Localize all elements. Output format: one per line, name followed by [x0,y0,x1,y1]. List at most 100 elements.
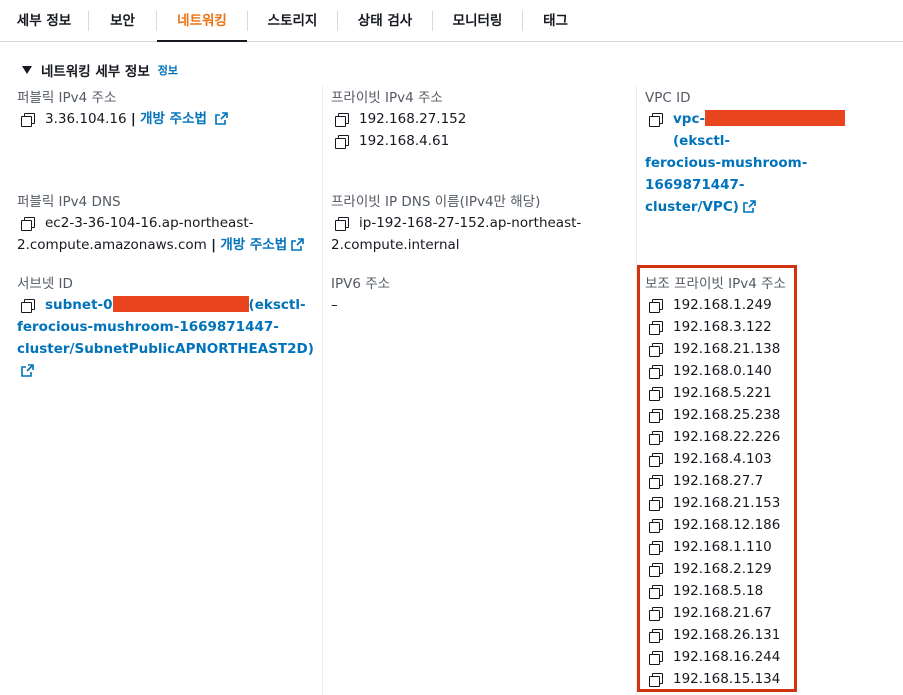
subnet-id-link-text: cluster/SubnetPublicAPNORTHEAST2D) [17,341,314,357]
copy-icon[interactable] [335,135,349,149]
open-address-link[interactable]: 개방 주소법 [140,111,207,127]
secondary-ipv4-item: 192.168.0.140 [645,360,795,382]
tab-storage[interactable]: 스토리지 [248,0,337,42]
copy-icon[interactable] [649,629,663,643]
copy-icon[interactable] [649,299,663,313]
copy-icon[interactable] [649,673,663,687]
copy-icon[interactable] [649,585,663,599]
copy-icon[interactable] [649,321,663,335]
ipv6-label: IPV6 주소 [331,276,391,292]
copy-icon[interactable] [649,453,663,467]
copy-icon[interactable] [649,431,663,445]
caret-down-icon[interactable] [22,66,32,74]
secondary-ipv4-item: 192.168.1.249 [645,294,795,316]
copy-icon[interactable] [649,113,663,127]
copy-icon[interactable] [649,409,663,423]
public-dns-field: 퍼블릭 IPv4 DNS ec2-3-36-104-16.ap-northeas… [17,192,317,256]
subnet-id-link-line3[interactable]: cluster/SubnetPublicAPNORTHEAST2D) [17,338,317,382]
open-address-link[interactable]: 개방 주소법 [220,237,287,253]
redaction-mark [112,296,249,312]
private-dns-label: 프라이빗 IP DNS 이름(IPv4만 해당) [331,194,541,210]
subnet-id-field: 서브넷 ID subnet-0 (eksctl- ferocious-mushro… [17,274,317,382]
external-link-icon[interactable] [21,364,34,377]
secondary-ipv4-value: 192.168.1.110 [673,539,772,555]
section-header[interactable]: 네트워킹 세부 정보 정보 [22,60,178,80]
vpc-id-link-line3[interactable]: cluster/VPC) [645,196,900,218]
separator: | [211,237,217,253]
copy-icon[interactable] [649,607,663,621]
private-dns-value-line2: 2.compute.internal [331,237,460,253]
section-title: 네트워킹 세부 정보 [41,64,150,80]
private-ipv4-value: 192.168.27.152 [359,111,467,127]
subnet-suffix: (eksctl- [248,297,306,313]
tab-monitoring[interactable]: 모니터링 [433,0,522,42]
external-link-icon[interactable] [291,238,304,251]
secondary-ipv4-list: 192.168.1.249 192.168.3.122 192.168.21.138… [645,294,795,690]
secondary-ipv4-value: 192.168.4.103 [673,451,772,467]
secondary-ipv4-item: 192.168.25.238 [645,404,795,426]
copy-icon[interactable] [649,563,663,577]
redaction-mark [705,110,846,126]
copy-icon[interactable] [649,387,663,401]
secondary-ipv4-item: 192.168.22.226 [645,426,795,448]
secondary-ipv4-value: 192.168.22.226 [673,429,781,445]
copy-icon[interactable] [649,519,663,533]
secondary-ipv4-item: 192.168.21.67 [645,602,795,624]
tab-status-checks[interactable]: 상태 검사 [338,0,432,42]
copy-icon[interactable] [649,343,663,357]
public-ipv4-field: 퍼블릭 IPv4 주소 3.36.104.16 | 개방 주소법 [17,88,312,130]
copy-icon[interactable] [21,113,35,127]
external-link-icon[interactable] [743,200,756,213]
tab-details[interactable]: 세부 정보 [0,0,88,42]
secondary-ipv4-value: 192.168.12.186 [673,517,781,533]
secondary-ipv4-value: 192.168.5.221 [673,385,772,401]
secondary-ipv4-value: 192.168.27.7 [673,473,764,489]
copy-icon[interactable] [335,217,349,231]
secondary-ipv4-item: 192.168.21.153 [645,492,795,514]
vpc-id-field: VPC ID vpc- (eksctl- ferocious-mushroom-1… [645,88,900,218]
secondary-ipv4-item: 192.168.5.18 [645,580,795,602]
info-link[interactable]: 정보 [158,62,178,78]
vpc-prefix: vpc- [673,111,706,127]
secondary-ipv4-item: 192.168.3.122 [645,316,795,338]
copy-icon[interactable] [649,497,663,511]
vpc-id-link[interactable]: vpc- (eksctl- [673,108,900,152]
copy-icon[interactable] [21,217,35,231]
external-link-icon[interactable] [215,112,229,125]
vpc-suffix: (eksctl- [673,133,731,149]
public-dns-value-line1: ec2-3-36-104-16.ap-northeast- [45,215,254,231]
secondary-ipv4-value: 192.168.21.138 [673,341,781,357]
private-dns-field: 프라이빗 IP DNS 이름(IPv4만 해당) ip-192-168-27-1… [331,192,631,256]
secondary-ipv4-value: 192.168.1.249 [673,297,772,313]
public-ipv4-value: 3.36.104.16 [45,111,127,127]
secondary-ipv4-value: 192.168.21.67 [673,605,772,621]
tab-tags[interactable]: 태그 [523,0,588,42]
secondary-ipv4-item: 192.168.15.134 [645,668,795,690]
copy-icon[interactable] [649,651,663,665]
private-dns-value-line1: ip-192-168-27-152.ap-northeast- [359,215,582,231]
vpc-id-link-line2[interactable]: ferocious-mushroom-1669871447- [645,152,900,196]
secondary-ipv4-item: 192.168.1.110 [645,536,795,558]
private-ipv4-value: 192.168.4.61 [359,133,450,149]
secondary-ipv4-item: 192.168.12.186 [645,514,795,536]
secondary-ipv4-item: 192.168.2.129 [645,558,795,580]
subnet-id-link[interactable]: subnet-0 (eksctl- [45,294,306,316]
secondary-ipv4-item: 192.168.27.7 [645,470,795,492]
secondary-ipv4-label: 보조 프라이빗 IPv4 주소 [645,276,786,292]
copy-icon[interactable] [335,113,349,127]
secondary-ipv4-field: 보조 프라이빗 IPv4 주소 192.168.1.249 192.168.3.1… [645,274,795,690]
secondary-ipv4-item: 192.168.21.138 [645,338,795,360]
tab-security[interactable]: 보안 [89,0,156,42]
subnet-prefix: subnet-0 [45,297,113,313]
secondary-ipv4-value: 192.168.21.153 [673,495,781,511]
copy-icon[interactable] [21,299,35,313]
tab-bar: 세부 정보 보안 네트워킹 스토리지 상태 검사 모니터링 태그 [0,0,903,42]
tab-networking[interactable]: 네트워킹 [157,0,247,42]
secondary-ipv4-value: 192.168.25.238 [673,407,781,423]
copy-icon[interactable] [649,541,663,555]
copy-icon[interactable] [649,365,663,379]
secondary-ipv4-item: 192.168.4.103 [645,448,795,470]
subnet-id-link-line2[interactable]: ferocious-mushroom-1669871447- [17,316,317,338]
secondary-ipv4-value: 192.168.5.18 [673,583,764,599]
copy-icon[interactable] [649,475,663,489]
